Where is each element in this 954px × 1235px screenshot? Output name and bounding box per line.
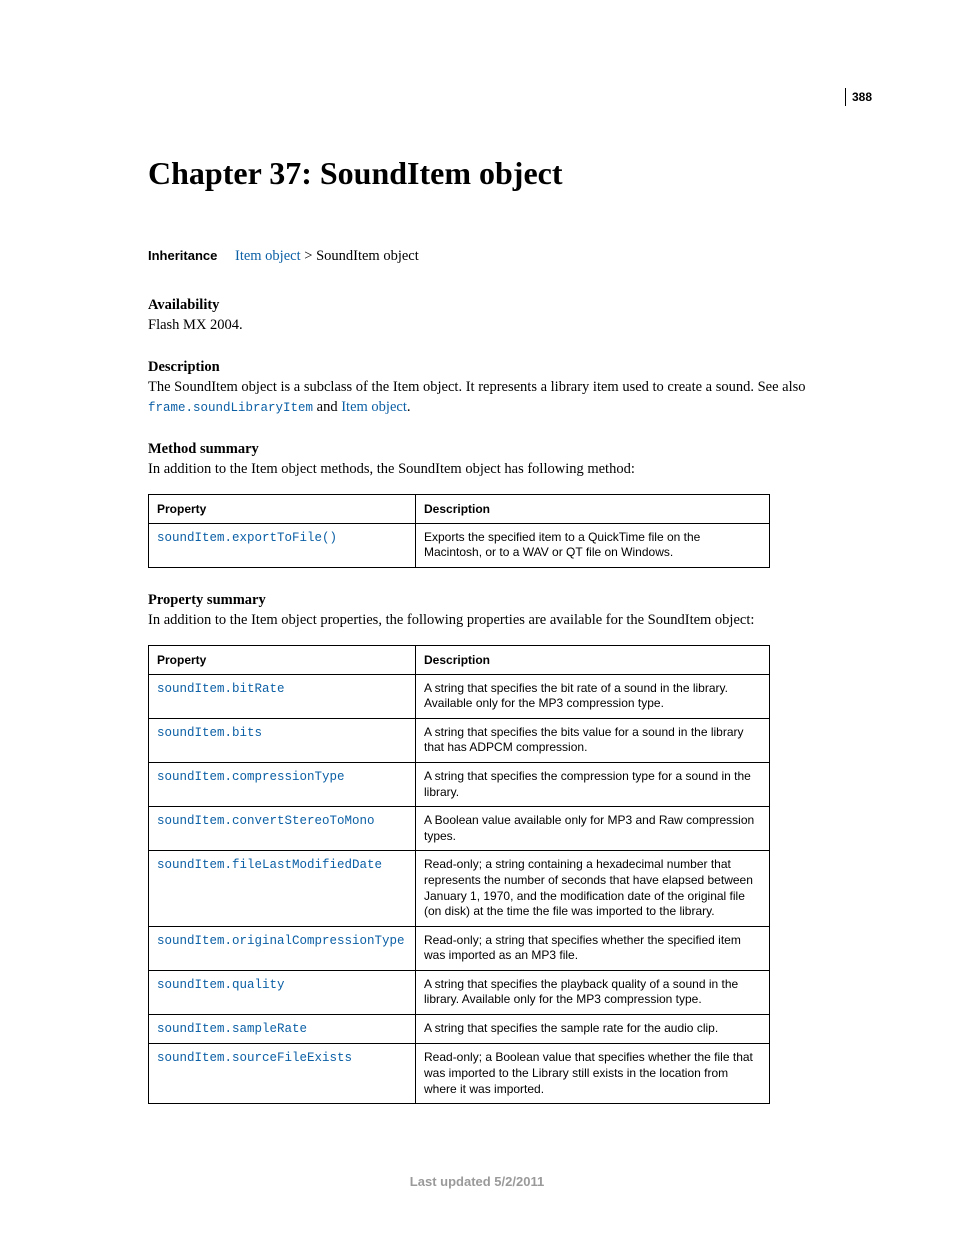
property-link[interactable]: soundItem.bitRate <box>157 682 285 696</box>
property-link[interactable]: soundItem.sourceFileExists <box>157 1051 352 1065</box>
property-summary-heading: Property summary <box>148 592 866 609</box>
description-prefix: The SoundItem object is a subclass of th… <box>148 379 806 395</box>
page-number: 388 <box>845 88 872 106</box>
property-cell: soundItem.sourceFileExists <box>149 1044 416 1104</box>
description-suffix: . <box>407 399 411 415</box>
property-col-description: Description <box>416 645 770 674</box>
property-link[interactable]: soundItem.convertStereoToMono <box>157 814 375 828</box>
property-cell: soundItem.compressionType <box>149 762 416 806</box>
description-cell: A Boolean value available only for MP3 a… <box>416 807 770 851</box>
method-col-description: Description <box>416 494 770 523</box>
property-link[interactable]: soundItem.exportToFile() <box>157 531 337 545</box>
property-cell: soundItem.convertStereoToMono <box>149 807 416 851</box>
inheritance-link-item-object[interactable]: Item object <box>235 248 301 264</box>
table-row: soundItem.bits A string that specifies th… <box>149 718 770 762</box>
table-row: soundItem.sourceFileExists Read-only; a B… <box>149 1044 770 1104</box>
property-link[interactable]: soundItem.fileLastModifiedDate <box>157 858 382 872</box>
property-link[interactable]: soundItem.bits <box>157 726 262 740</box>
property-summary-section: Property summary In addition to the Item… <box>148 592 866 1104</box>
property-cell: soundItem.bitRate <box>149 674 416 718</box>
method-summary-intro: In addition to the Item object methods, … <box>148 460 866 480</box>
method-summary-section: Method summary In addition to the Item o… <box>148 441 866 568</box>
property-summary-intro: In addition to the Item object propertie… <box>148 611 866 631</box>
property-cell: soundItem.quality <box>149 970 416 1014</box>
property-col-property: Property <box>149 645 416 674</box>
description-cell: A string that specifies the bits value f… <box>416 718 770 762</box>
description-cell: Exports the specified item to a QuickTim… <box>416 523 770 567</box>
description-cell: A string that specifies the sample rate … <box>416 1015 770 1044</box>
inheritance-current: SoundItem object <box>316 248 419 264</box>
inheritance-line: Inheritance Item object > SoundItem obje… <box>148 247 866 267</box>
property-cell: soundItem.sampleRate <box>149 1015 416 1044</box>
availability-text: Flash MX 2004. <box>148 316 866 336</box>
method-summary-heading: Method summary <box>148 441 866 458</box>
table-row: soundItem.originalCompressionType Read-on… <box>149 926 770 970</box>
property-link[interactable]: soundItem.sampleRate <box>157 1022 307 1036</box>
table-row: soundItem.convertStereoToMono A Boolean v… <box>149 807 770 851</box>
description-cell: Read-only; a Boolean value that specifie… <box>416 1044 770 1104</box>
link-frame-soundlibraryitem[interactable]: frame.soundLibraryItem <box>148 401 313 415</box>
table-row: soundItem.quality A string that specifies… <box>149 970 770 1014</box>
chapter-title: Chapter 37: SoundItem object <box>148 155 866 192</box>
availability-section: Availability Flash MX 2004. <box>148 297 866 336</box>
table-row: soundItem.compressionType A string that s… <box>149 762 770 806</box>
availability-heading: Availability <box>148 297 866 314</box>
table-row: soundItem.fileLastModifiedDate Read-only;… <box>149 851 770 926</box>
description-cell: Read-only; a string that specifies wheth… <box>416 926 770 970</box>
description-cell: A string that specifies the bit rate of … <box>416 674 770 718</box>
method-col-property: Property <box>149 494 416 523</box>
table-row: soundItem.sampleRate A string that specif… <box>149 1015 770 1044</box>
description-and: and <box>313 399 341 415</box>
property-summary-table: Property Description soundItem.bitRate A … <box>148 645 770 1105</box>
property-link[interactable]: soundItem.originalCompressionType <box>157 934 405 948</box>
property-link[interactable]: soundItem.quality <box>157 978 285 992</box>
description-section: Description The SoundItem object is a su… <box>148 359 866 417</box>
inheritance-label: Inheritance <box>148 248 217 263</box>
property-cell: soundItem.bits <box>149 718 416 762</box>
property-cell: soundItem.exportToFile() <box>149 523 416 567</box>
description-cell: A string that specifies the playback qua… <box>416 970 770 1014</box>
inheritance-sep: > <box>301 248 316 264</box>
description-cell: Read-only; a string containing a hexadec… <box>416 851 770 926</box>
description-cell: A string that specifies the compression … <box>416 762 770 806</box>
description-text: The SoundItem object is a subclass of th… <box>148 378 866 417</box>
page-footer: Last updated 5/2/2011 <box>0 1174 954 1189</box>
description-heading: Description <box>148 359 866 376</box>
link-item-object[interactable]: Item object <box>341 399 407 415</box>
property-cell: soundItem.originalCompressionType <box>149 926 416 970</box>
property-link[interactable]: soundItem.compressionType <box>157 770 345 784</box>
table-row: soundItem.exportToFile() Exports the spec… <box>149 523 770 567</box>
property-cell: soundItem.fileLastModifiedDate <box>149 851 416 926</box>
table-row: soundItem.bitRate A string that specifies… <box>149 674 770 718</box>
method-summary-table: Property Description soundItem.exportToF… <box>148 494 770 568</box>
